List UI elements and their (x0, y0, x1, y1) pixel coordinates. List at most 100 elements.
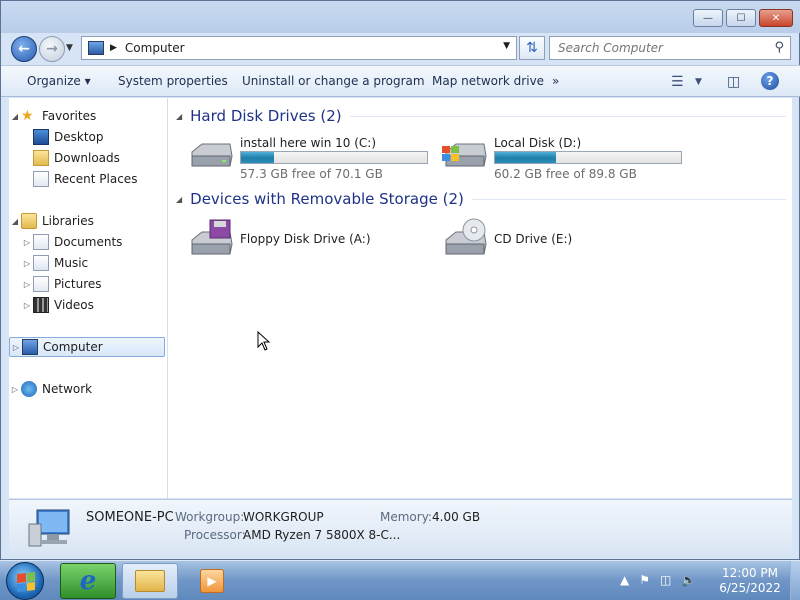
address-dropdown-icon[interactable]: ▼ (503, 41, 510, 51)
close-button[interactable]: ✕ (759, 9, 793, 27)
more-commands-button[interactable]: » (552, 74, 559, 88)
forward-button[interactable]: → (39, 36, 65, 62)
group-header-removable-storage[interactable]: ◢ Devices with Removable Storage (2) (176, 189, 786, 209)
drive-usage-bar (494, 151, 682, 164)
clock-date: 6/25/2022 (719, 581, 781, 595)
uninstall-program-button[interactable]: Uninstall or change a program (242, 74, 425, 88)
clock-time: 12:00 PM (722, 566, 778, 580)
sidebar-item-computer[interactable]: ▷ Computer (9, 337, 165, 357)
sidebar-item-pictures[interactable]: ▷ Pictures (21, 274, 177, 294)
expand-icon[interactable]: ▷ (21, 238, 33, 247)
media-player-icon: ▶ (200, 569, 224, 593)
network-status-icon[interactable]: ◫ (660, 573, 671, 587)
sidebar-item-favorites[interactable]: ◢ ★ Favorites (9, 106, 165, 126)
drive-d[interactable]: Local Disk (D:) 60.2 GB free of 89.8 GB (440, 134, 690, 181)
taskbar-windows-explorer[interactable] (122, 563, 178, 599)
system-clock[interactable]: 12:00 PM 6/25/2022 (712, 566, 788, 596)
expand-icon[interactable]: ▷ (21, 280, 33, 289)
address-bar[interactable]: ▶ Computer ▼ (81, 36, 517, 60)
help-button[interactable]: ? (761, 72, 779, 90)
sidebar-item-label: Recent Places (54, 172, 138, 186)
drive-a-floppy[interactable]: Floppy Disk Drive (A:) (186, 218, 436, 262)
drive-usage-bar (240, 151, 428, 164)
taskbar-internet-explorer[interactable]: e (60, 563, 116, 599)
drive-usage-fill (495, 152, 557, 163)
drive-name: CD Drive (E:) (494, 232, 573, 246)
taskbar-media-player[interactable]: ▶ (184, 563, 240, 599)
computer-icon (22, 339, 38, 355)
sidebar-item-videos[interactable]: ▷ Videos (21, 295, 177, 315)
workgroup-label: Workgroup: (175, 510, 245, 524)
drive-e-cd[interactable]: CD Drive (E:) (440, 218, 690, 262)
sidebar-item-label: Libraries (42, 214, 94, 228)
search-icon[interactable]: ⚲ (774, 40, 784, 55)
organize-button[interactable]: Organize ▾ (27, 74, 91, 88)
sidebar-item-label: Favorites (42, 109, 97, 123)
sidebar-item-music[interactable]: ▷ Music (21, 253, 177, 273)
computer-icon (28, 509, 70, 547)
explorer-window: — ☐ ✕ ← → ▼ ▶ Computer ▼ ⇅ ⚲ Organize ▾ … (0, 0, 800, 560)
drive-name: Floppy Disk Drive (A:) (240, 232, 371, 246)
title-bar[interactable]: — ☐ ✕ (1, 1, 800, 33)
show-hidden-icons-icon[interactable]: ▲ (620, 573, 629, 587)
libraries-icon (21, 213, 37, 229)
map-network-drive-button[interactable]: Map network drive (432, 74, 544, 88)
view-options-dropdown-icon[interactable]: ▼ (695, 77, 702, 87)
sidebar-item-label: Pictures (54, 277, 102, 291)
action-center-flag-icon[interactable]: ⚑ (639, 573, 650, 587)
sidebar-item-documents[interactable]: ▷ Documents (21, 232, 177, 252)
floppy-drive-icon (191, 219, 233, 255)
windows-logo-icon (17, 572, 35, 592)
collapse-group-icon[interactable]: ◢ (176, 112, 182, 121)
group-divider (349, 115, 786, 117)
address-location[interactable]: Computer (125, 41, 185, 55)
computer-name: SOMEONE-PC (86, 510, 174, 525)
sidebar-item-network[interactable]: ▷ Network (9, 379, 165, 399)
sidebar-item-downloads[interactable]: Downloads (21, 148, 177, 168)
show-desktop-button[interactable] (790, 561, 800, 600)
recent-places-icon (33, 171, 49, 187)
drive-name: Local Disk (D:) (494, 136, 582, 150)
expand-icon[interactable]: ▷ (21, 259, 33, 268)
drive-c[interactable]: install here win 10 (C:) 57.3 GB free of… (186, 134, 436, 181)
group-title: Devices with Removable Storage (2) (190, 190, 464, 208)
expand-icon[interactable]: ▷ (10, 343, 22, 352)
breadcrumb-separator-icon[interactable]: ▶ (110, 43, 117, 53)
music-icon (33, 255, 49, 271)
sidebar-item-label: Computer (43, 340, 103, 354)
drive-free-space: 60.2 GB free of 89.8 GB (494, 167, 637, 181)
collapse-group-icon[interactable]: ◢ (176, 195, 182, 204)
folder-icon (135, 570, 165, 592)
search-input[interactable] (558, 41, 758, 55)
network-icon (21, 381, 37, 397)
taskbar: e ▶ ▲ ⚑ ◫ 🔈 12:00 PM 6/25/2022 (0, 560, 800, 600)
search-box[interactable]: ⚲ (549, 36, 791, 60)
expand-icon[interactable]: ▷ (21, 301, 33, 310)
expand-icon[interactable]: ▷ (9, 385, 21, 394)
volume-muted-icon[interactable]: 🔈 (681, 573, 696, 587)
hard-drive-icon (191, 143, 233, 167)
sidebar-item-label: Downloads (54, 151, 120, 165)
sidebar-item-desktop[interactable]: Desktop (21, 127, 177, 147)
maximize-button[interactable]: ☐ (726, 9, 756, 27)
notification-area: ▲ ⚑ ◫ 🔈 (620, 573, 696, 587)
details-pane: SOMEONE-PC Workgroup: WORKGROUP Memory: … (9, 499, 792, 554)
windows-drive-icon (442, 143, 487, 167)
sidebar-item-recent-places[interactable]: Recent Places (21, 169, 177, 189)
back-button[interactable]: ← (11, 36, 37, 62)
collapse-icon[interactable]: ◢ (9, 112, 21, 121)
start-button[interactable] (6, 562, 44, 600)
command-bar: Organize ▾ System properties Uninstall o… (1, 65, 800, 97)
change-view-icon[interactable]: ☰ (671, 74, 684, 90)
sidebar-item-libraries[interactable]: ◢ Libraries (9, 211, 165, 231)
sidebar-item-label: Network (42, 382, 93, 396)
system-properties-button[interactable]: System properties (118, 74, 228, 88)
recent-pages-dropdown[interactable]: ▼ (66, 43, 73, 53)
downloads-folder-icon (33, 150, 49, 166)
minimize-button[interactable]: — (693, 9, 723, 27)
group-header-hard-disk-drives[interactable]: ◢ Hard Disk Drives (2) (176, 106, 786, 126)
collapse-icon[interactable]: ◢ (9, 217, 21, 226)
preview-pane-icon[interactable]: ◫ (727, 74, 740, 90)
refresh-button[interactable]: ⇅ (519, 36, 545, 60)
sidebar-item-label: Desktop (54, 130, 104, 144)
